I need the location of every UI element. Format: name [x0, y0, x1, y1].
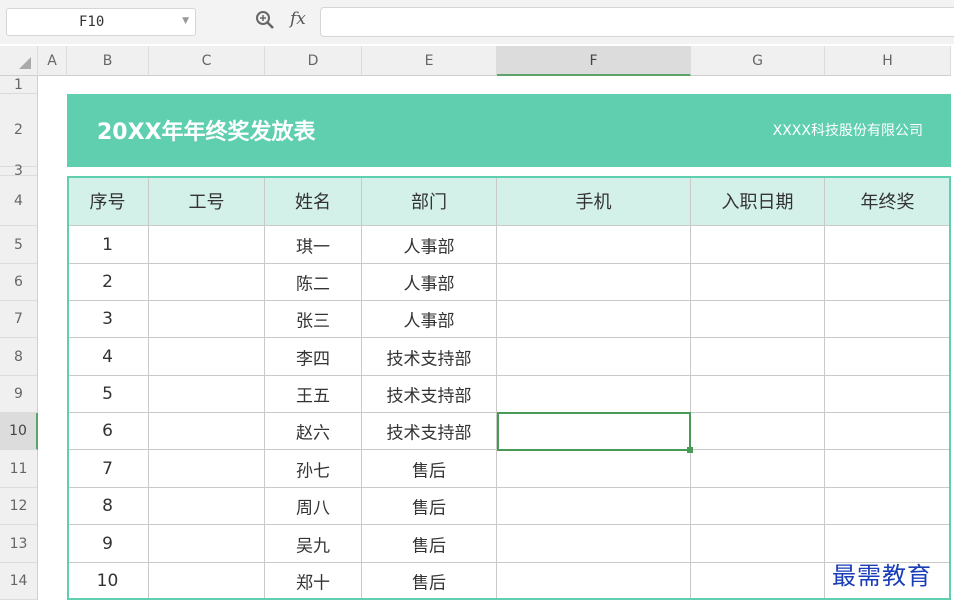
fill-handle[interactable] [687, 447, 693, 453]
row-header-7[interactable]: 7 [0, 301, 38, 338]
row-number: 7 [14, 311, 23, 327]
column-header-f[interactable]: F [497, 46, 691, 76]
column-header-d[interactable]: D [265, 46, 362, 76]
row-number: 5 [14, 236, 23, 253]
row-number: 4 [14, 192, 23, 209]
row-header-9[interactable]: 9 [0, 376, 38, 413]
name-box[interactable]: F10 ▼ [6, 8, 196, 36]
zoom-icon[interactable] [254, 9, 278, 33]
row-header-6[interactable]: 6 [0, 264, 38, 301]
formula-input[interactable] [320, 7, 954, 37]
row-number: 12 [9, 498, 28, 514]
company-name: XXXX科技股份有限公司 [772, 123, 923, 139]
selected-cell-f10[interactable] [497, 412, 693, 453]
formula-bar: F10 ▼ fx [0, 0, 954, 44]
row-number: 1 [14, 76, 23, 93]
column-header-c[interactable]: C [149, 46, 265, 76]
row-header-12[interactable]: 12 [0, 488, 38, 525]
select-all-corner[interactable] [0, 46, 38, 76]
row-header-4[interactable]: 4 [0, 176, 38, 226]
row-header-14[interactable]: 14 [0, 563, 38, 600]
column-header-b[interactable]: B [67, 46, 149, 76]
bonus-table [67, 176, 951, 600]
row-number: 11 [9, 460, 28, 477]
row-number: 6 [14, 274, 23, 290]
row-number: 13 [9, 535, 28, 552]
row-number: 8 [14, 348, 23, 365]
sheet-title: 20XX年年终奖发放表 [97, 120, 316, 145]
column-header-g[interactable]: G [691, 46, 825, 76]
row-header-2[interactable]: 2 [0, 94, 38, 167]
row-number: 9 [14, 386, 23, 402]
row-number: 10 [9, 423, 27, 439]
cell-reference: F10 [79, 14, 105, 30]
column-header-e[interactable]: E [362, 46, 497, 76]
row-header-13[interactable]: 13 [0, 525, 38, 563]
row-header-11[interactable]: 11 [0, 450, 38, 488]
row-number: 14 [9, 573, 28, 589]
row-header-10[interactable]: 10 [0, 413, 38, 450]
row-number: 2 [14, 122, 23, 138]
watermark: 最需教育 [832, 562, 932, 590]
row-header-8[interactable]: 8 [0, 338, 38, 376]
chevron-down-icon[interactable]: ▼ [182, 16, 189, 26]
title-band: 20XX年年终奖发放表 XXXX科技股份有限公司 [67, 94, 951, 167]
row-header-3[interactable]: 3 [0, 163, 38, 179]
row-header-1[interactable]: 1 [0, 76, 38, 94]
column-header-a[interactable]: A [38, 46, 67, 76]
column-header-h[interactable]: H [825, 46, 951, 76]
row-header-5[interactable]: 5 [0, 226, 38, 264]
fx-icon[interactable]: fx [290, 9, 306, 29]
